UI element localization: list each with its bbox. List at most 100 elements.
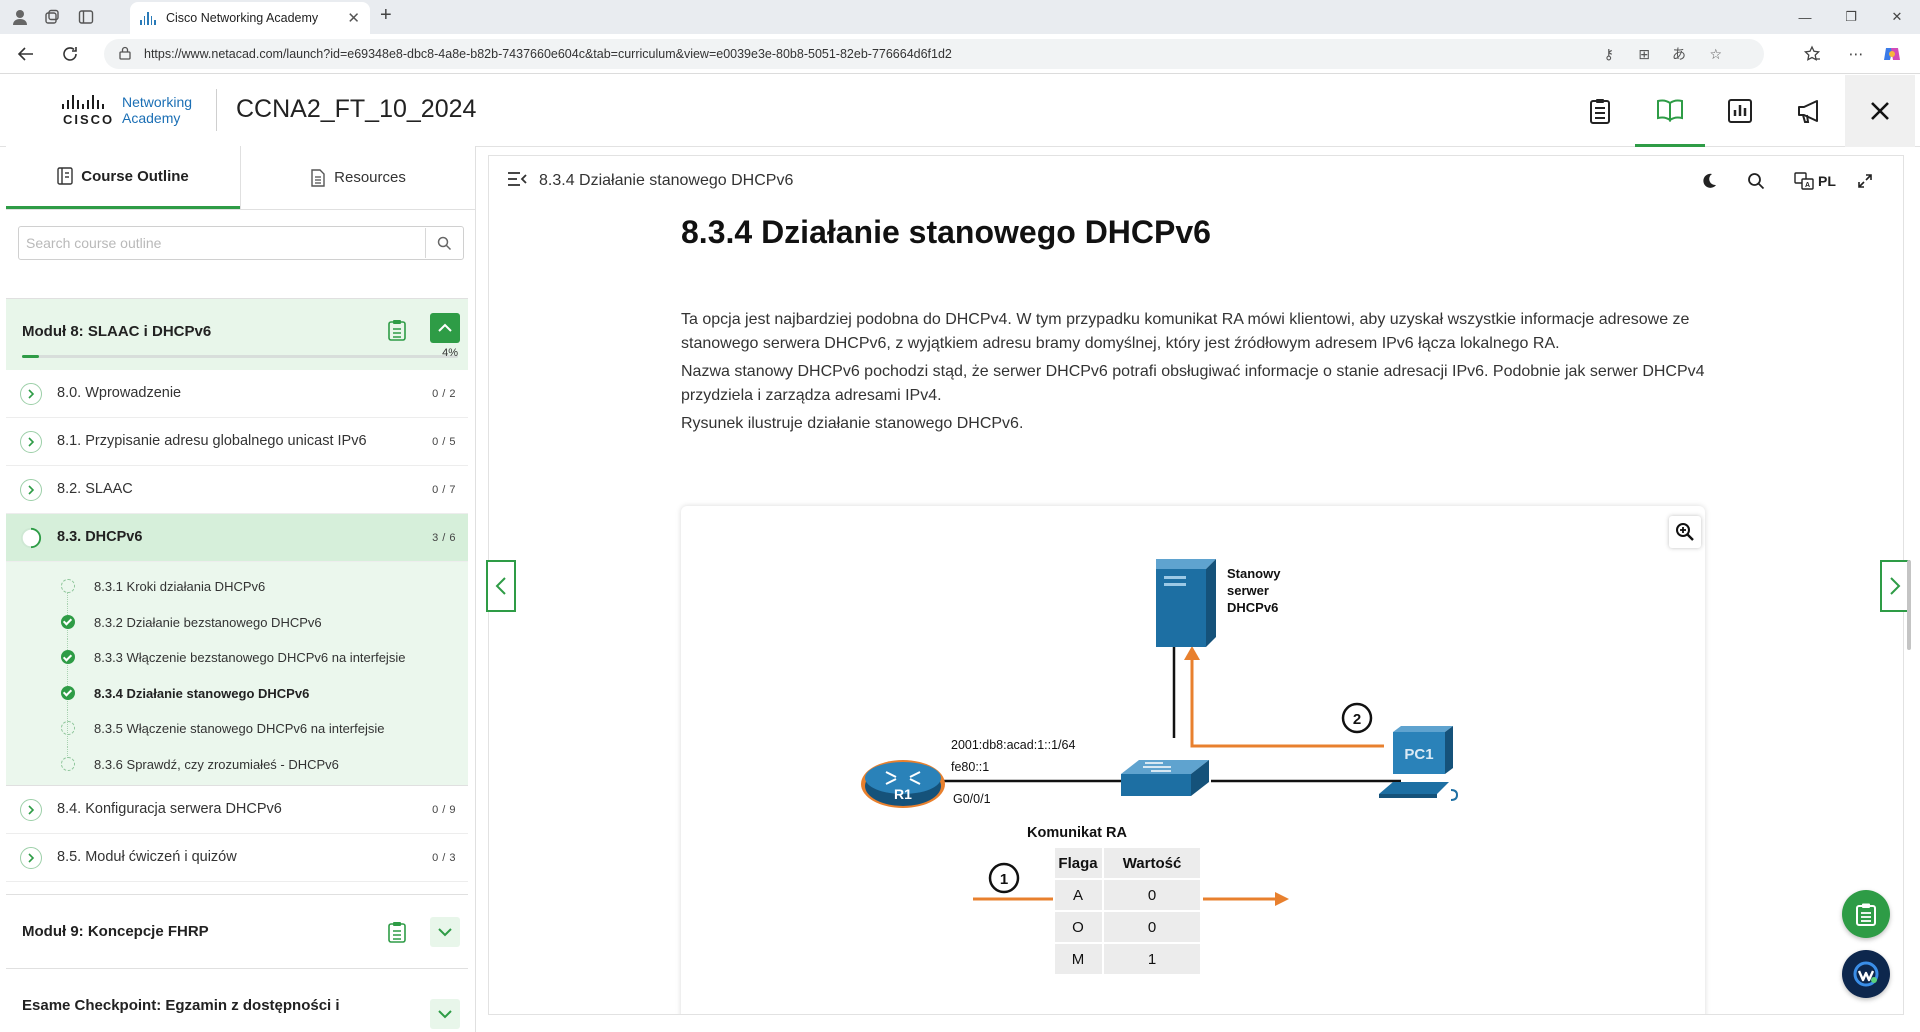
floating-assistant-button[interactable] <box>1842 950 1890 998</box>
subtopic-list: 8.3.1 Kroki działania DHCPv6 8.3.2 Dział… <box>6 562 468 786</box>
close-window-icon[interactable]: ✕ <box>1874 0 1920 34</box>
workspaces-icon[interactable] <box>40 5 64 29</box>
subtopic-label: 8.3.1 Kroki działania DHCPv6 <box>94 579 266 594</box>
subtopic-item[interactable]: 8.3.2 Działanie bezstanowego DHCPv6 <box>6 603 468 640</box>
key-icon[interactable]: ⚷ <box>1604 46 1614 63</box>
zoom-image-button[interactable] <box>1669 516 1701 548</box>
module-header-9[interactable]: Moduł 9: Koncepcje FHRP <box>6 894 468 968</box>
content-panel: 8.3.4 Działanie stanowego DHCPv6 A PL 8.… <box>488 155 1904 1015</box>
cisco-networking-academy-logo[interactable]: CISCO Networking Academy <box>60 93 210 129</box>
new-tab-icon[interactable]: + <box>380 4 392 27</box>
server-label-line3: DHCPv6 <box>1227 600 1278 615</box>
next-page-button[interactable] <box>1880 560 1910 612</box>
topic-item[interactable]: 8.1. Przypisanie adresu globalnego unica… <box>6 418 468 466</box>
grades-button[interactable] <box>1565 75 1635 147</box>
ra-cell: O <box>1072 919 1084 936</box>
tab-course-outline-label: Course Outline <box>81 167 189 185</box>
subtopic-item[interactable]: 8.3.6 Sprawdź, czy zrozumiałeś - DHCPv6 <box>6 745 468 782</box>
ra-cell: 1 <box>1148 951 1156 968</box>
topic-item[interactable]: 8.5. Moduł ćwiczeń i quizów 0 / 3 <box>6 834 468 882</box>
page-scrollbar[interactable] <box>1907 560 1911 650</box>
server-label-line2: serwer <box>1227 583 1269 598</box>
chevron-right-icon <box>20 479 42 501</box>
url-field[interactable]: https://www.netacad.com/launch?id=e69348… <box>104 39 1764 69</box>
course-sidebar: Course Outline Resources Moduł 8: SLAAC … <box>6 146 476 1032</box>
module-title: Moduł 8: SLAAC i DHCPv6 <box>22 323 212 340</box>
paragraph: Ta opcja jest najbardziej podobna do DHC… <box>681 311 1690 352</box>
subtopic-item[interactable]: 8.3.1 Kroki działania DHCPv6 <box>6 568 468 604</box>
search-button[interactable] <box>425 228 463 258</box>
switch-icon <box>1121 760 1209 796</box>
site-info-icon[interactable] <box>118 46 132 63</box>
figure-card: Stanowy serwer DHCPv6 R1 2001:db8:acad:1… <box>681 506 1705 1014</box>
subtopic-label: 8.3.5 Włączenie stanowego DHCPv6 na inte… <box>94 721 385 736</box>
back-icon[interactable] <box>14 42 38 66</box>
content-toolbar: 8.3.4 Działanie stanowego DHCPv6 A PL <box>489 156 1903 206</box>
translate-icon[interactable]: あ <box>1672 44 1686 64</box>
pending-circle-icon <box>61 721 75 735</box>
tab-course-outline[interactable]: Course Outline <box>6 146 240 209</box>
collapse-module-button[interactable] <box>430 313 460 343</box>
toggle-outline-icon[interactable] <box>507 170 527 193</box>
chevron-right-icon <box>20 847 42 869</box>
language-label: PL <box>1818 173 1836 189</box>
paragraph: Rysunek ilustruje działanie stanowego DH… <box>681 415 1024 432</box>
expand-module-button[interactable] <box>430 999 460 1029</box>
module-quiz-icon[interactable] <box>388 921 406 948</box>
vertical-tabs-icon[interactable] <box>74 5 98 29</box>
browser-tab-title: Cisco Networking Academy <box>166 11 319 25</box>
topic-label: 8.0. Wprowadzenie <box>57 385 182 401</box>
expand-module-button[interactable] <box>430 917 460 947</box>
check-circle-icon <box>61 614 75 629</box>
close-course-button[interactable] <box>1845 75 1915 147</box>
copilot-icon[interactable] <box>1880 42 1904 66</box>
previous-page-button[interactable] <box>486 560 516 612</box>
favorite-star-icon[interactable]: ☆ <box>1709 46 1722 63</box>
subtopic-item[interactable]: 8.3.3 Włączenie bezstanowego DHCPv6 na i… <box>6 639 468 675</box>
minimize-icon[interactable]: — <box>1782 0 1828 34</box>
topic-item-active[interactable]: 8.3. DHCPv6 3 / 6 <box>6 514 468 562</box>
module-title: Moduł 9: Koncepcje FHRP <box>22 923 209 940</box>
dhcpv6-diagram: Stanowy serwer DHCPv6 R1 2001:db8:acad:1… <box>861 559 1459 976</box>
progress-partial-icon <box>61 579 75 593</box>
close-tab-icon[interactable]: ✕ <box>347 9 360 27</box>
app-available-icon[interactable]: ⊞ <box>1638 46 1650 63</box>
dark-mode-icon[interactable] <box>1701 170 1717 192</box>
subtopic-item-current[interactable]: 8.3.4 Działanie stanowego DHCPv6 <box>6 674 468 711</box>
fullscreen-icon[interactable] <box>1857 170 1873 192</box>
close-icon <box>1871 102 1889 120</box>
topic-count: 0 / 3 <box>432 852 456 864</box>
progress-button[interactable] <box>1705 75 1775 147</box>
subtopic-label: 8.3.3 Włączenie bezstanowego DHCPv6 na i… <box>94 650 406 665</box>
more-menu-icon[interactable]: ⋯ <box>1844 42 1868 66</box>
topic-label: 8.1. Przypisanie adresu globalnego unica… <box>57 433 367 449</box>
language-selector[interactable]: A PL <box>1794 170 1836 192</box>
tab-resources[interactable]: Resources <box>240 146 475 209</box>
topic-item[interactable]: 8.4. Konfiguracja serwera DHCPv6 0 / 9 <box>6 786 468 834</box>
router-address: 2001:db8:acad:1::1/64 <box>951 738 1075 752</box>
outline-icon <box>57 167 73 185</box>
header-divider <box>216 89 217 131</box>
document-icon <box>311 168 325 187</box>
browser-tab-active[interactable]: Cisco Networking Academy ✕ <box>130 2 370 34</box>
ra-header-value: Wartość <box>1123 855 1182 872</box>
clipboard-icon <box>1856 903 1876 926</box>
refresh-icon[interactable] <box>58 42 82 66</box>
module-quiz-icon[interactable] <box>388 319 406 346</box>
favorites-icon[interactable] <box>1800 42 1824 66</box>
topic-item[interactable]: 8.2. SLAAC 0 / 7 <box>6 466 468 514</box>
module-header-checkpoint[interactable]: Esame Checkpoint: Egzamin z dostępności … <box>6 968 468 1032</box>
topic-item[interactable]: 8.0. Wprowadzenie 0 / 2 <box>6 370 468 418</box>
announcements-button[interactable] <box>1775 75 1845 147</box>
restore-icon[interactable]: ❐ <box>1828 0 1874 34</box>
subtopic-item[interactable]: 8.3.5 Włączenie stanowego DHCPv6 na inte… <box>6 710 468 746</box>
page-title: 8.3.4 Działanie stanowego DHCPv6 <box>681 214 1211 250</box>
topic-label: 8.3. DHCPv6 <box>57 529 143 545</box>
search-input[interactable] <box>19 228 425 258</box>
floating-quiz-button[interactable] <box>1842 890 1890 938</box>
course-content-button[interactable] <box>1635 75 1705 147</box>
topic-label: 8.5. Moduł ćwiczeń i quizów <box>57 849 237 865</box>
module-header-8[interactable]: Moduł 8: SLAAC i DHCPv6 4% <box>6 298 468 370</box>
profile-icon[interactable] <box>8 5 32 29</box>
search-content-icon[interactable] <box>1747 170 1765 192</box>
